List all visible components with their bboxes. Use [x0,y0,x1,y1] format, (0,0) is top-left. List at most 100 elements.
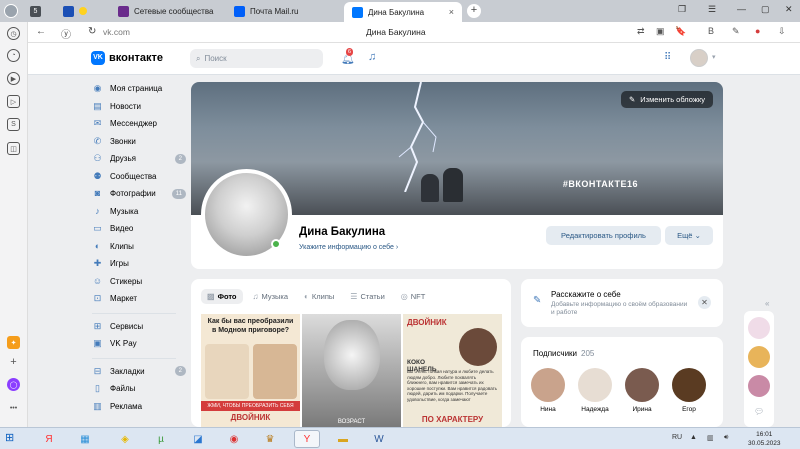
avatar [625,368,659,402]
articles-icon: ☰ [350,292,358,301]
tab-manager-icon[interactable]: ❐ [678,4,686,15]
subscribers-list: Нина Надежда Ирина Егор [531,368,706,413]
menu-icon[interactable]: ☰ [708,4,716,15]
network-icon[interactable]: ▥ [707,434,714,442]
market-icon: ⊡ [93,293,102,304]
tab-label: Клипы [311,292,335,301]
photo-thumbnail[interactable]: Как бы вас преобразили в Модном приговор… [201,314,300,427]
screen: 5 Сетевые сообщества Почта Mail.ru Дина … [0,0,800,449]
tab-nft[interactable]: ◎ NFT [395,289,432,304]
music-player-icon[interactable]: ♫ [368,51,376,63]
chat-avatar[interactable] [748,375,770,397]
extension-icon[interactable]: В [708,26,714,36]
tab-active-vk[interactable]: Дина Бакулина × [344,2,462,22]
translate-icon[interactable]: ⇄ [637,26,645,37]
play-icon[interactable]: ▶ [7,72,20,85]
apps-grid-icon[interactable]: ⠿ [664,52,671,63]
tray-arrow-icon[interactable]: ▲ [690,434,697,441]
reload-icon[interactable]: ↻ [88,26,96,37]
photo-icon: ▨ [207,292,215,301]
chat-avatar[interactable] [748,317,770,339]
close-icon[interactable]: ✕ [698,296,711,309]
photo-thumbnail[interactable]: ВОЗРАСТ [302,314,401,427]
more-icon[interactable]: ••• [7,402,20,415]
tabs-count-icon[interactable]: ▣ [656,26,665,37]
vk-logo[interactable]: VK вконтакте [91,51,163,65]
bookmark-page-icon[interactable]: 🔖 [675,26,686,37]
subscriber-item[interactable]: Надежда [578,368,612,413]
downloads-icon[interactable]: ⇩ [778,26,786,37]
search-input[interactable]: ⌕ Поиск [190,49,323,68]
stickers-icon: ☺ [92,275,103,286]
alice-icon[interactable]: ◯ [7,378,20,391]
chevron-down-icon[interactable]: ▾ [712,53,716,61]
collapse-chevron-icon[interactable]: « [765,299,769,308]
close-window-icon[interactable]: ✕ [785,4,793,15]
subscriber-item[interactable]: Нина [531,368,565,413]
minimize-icon[interactable]: — [737,4,746,14]
tab-music[interactable]: ♫ Музыка [247,289,295,304]
app-taskbar-icon[interactable]: ◪ [185,430,211,448]
edit-cover-button[interactable]: ✎ Изменить обложку [620,91,713,108]
app-taskbar-icon[interactable]: ♛ [257,430,283,448]
profile-avatar[interactable] [4,4,18,18]
tab-photo[interactable]: ▨ Фото [201,289,243,304]
yandex-taskbar-icon[interactable]: Я [36,430,62,448]
url-field[interactable]: vk.com [103,27,130,37]
tab-pinned-1[interactable]: 5 [26,2,52,20]
phone-icon: ✆ [93,135,102,146]
close-tab-icon[interactable]: × [449,7,454,17]
news-icon: ▤ [93,100,102,111]
face-image [205,344,249,399]
photo-thumbnail[interactable]: ДВОЙНИК КОКО ШАНЕЛЬ Вы очень тонкая нату… [403,314,502,427]
photo-caption: ДВОЙНИК [407,318,447,327]
pencil-icon: ✎ [533,295,542,306]
chat-icon[interactable]: 💬︎ [754,407,764,416]
extension-icon-2[interactable]: ✎ [732,26,740,37]
yandex-icon[interactable]: ⓨ [61,26,71,41]
volume-icon[interactable]: 🔊︎ [724,434,728,442]
browser-profile[interactable] [0,0,22,22]
new-tab-button[interactable]: + [467,4,481,18]
utorrent-taskbar-icon[interactable]: µ [148,430,174,448]
start-icon[interactable]: ⊞ [5,431,23,447]
header-avatar[interactable] [690,49,708,67]
app-taskbar-icon[interactable]: ◉ [221,430,247,448]
tab-mail[interactable]: Почта Mail.ru [226,2,344,20]
edit-profile-button[interactable]: Редактировать профиль [546,226,661,245]
tab-clips[interactable]: ◐ Клипы [298,289,340,304]
chat-avatar[interactable] [748,346,770,368]
subscriber-item[interactable]: Егор [672,368,706,413]
tab-articles[interactable]: ☰ Статьи [344,289,390,304]
subscriber-item[interactable]: Ирина [625,368,659,413]
portrait-image [459,328,497,366]
app-taskbar-icon[interactable]: ◈ [112,430,138,448]
history-icon[interactable]: ◷ [7,27,20,40]
add-icon[interactable]: + [7,355,20,368]
word-taskbar-icon[interactable]: W [366,430,392,448]
screenshot-icon[interactable]: ◫ [7,142,20,155]
music-icon: ♪ [95,205,100,216]
child-figure [443,168,463,202]
tab-pinned-2[interactable] [55,2,103,20]
s-app-icon[interactable]: S [7,118,20,131]
extension-icon-3[interactable]: ● [755,26,760,36]
subscribers-title[interactable]: Подписчики 205 [533,349,594,358]
back-icon[interactable]: ← [36,26,46,37]
video-icon: ▭ [93,223,102,234]
app-taskbar-icon[interactable]: ▦ [72,430,98,448]
clock-icon[interactable]: ◔ [7,49,20,62]
explorer-taskbar-icon[interactable]: ▬ [330,430,356,448]
more-button[interactable]: Ещё ⌄ [665,226,713,245]
about-card[interactable]: ✎ Расскажите о себе Добавьте информацию … [521,279,723,327]
clock[interactable]: 16:01 30.05.2023 [748,430,781,448]
files-icon: ▯ [95,383,100,394]
info-link[interactable]: Укажите информацию о себе › [299,244,398,251]
yandex-browser-taskbar-icon[interactable]: Y [294,430,320,448]
pin-app-icon[interactable]: ✦ [7,336,20,349]
maximize-icon[interactable]: ▢ [761,4,770,15]
language-indicator[interactable]: RU [672,434,682,441]
video-icon[interactable]: ▷ [7,95,20,108]
tab-communities[interactable]: Сетевые сообщества [110,2,228,20]
page-title: Дина Бакулина [366,27,426,37]
